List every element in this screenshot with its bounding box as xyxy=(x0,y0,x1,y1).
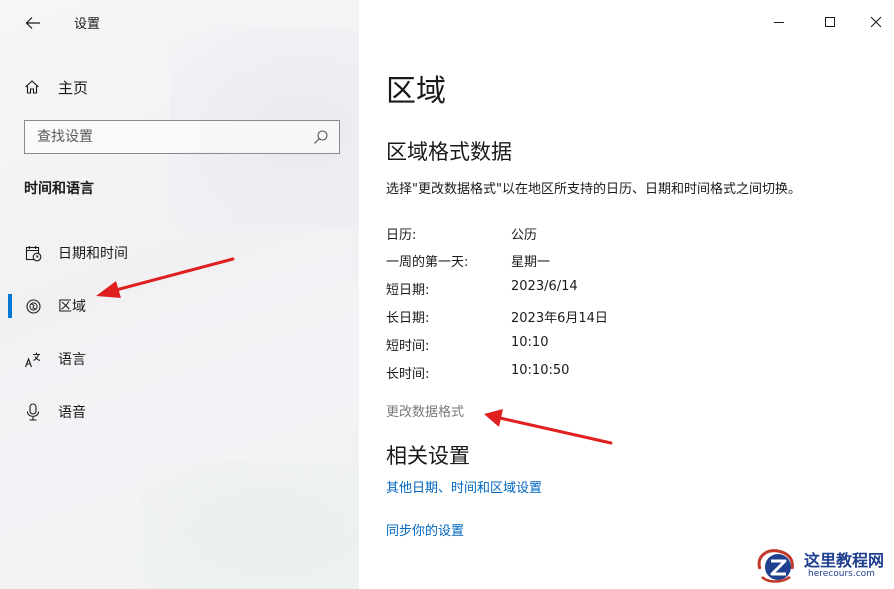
format-description: 选择"更改数据格式"以在地区所支持的日历、日期和时间格式之间切换。 xyxy=(386,182,801,197)
format-value: 10:10 xyxy=(511,335,549,350)
home-icon xyxy=(25,80,39,94)
main-content: 区域 区域格式数据 选择"更改数据格式"以在地区所支持的日历、日期和时间格式之间… xyxy=(359,0,894,589)
format-key: 短时间: xyxy=(386,339,430,354)
minimize-button[interactable] xyxy=(759,6,799,38)
format-key: 长时间: xyxy=(386,367,430,382)
minimize-icon xyxy=(774,22,784,23)
format-section-heading: 区域格式数据 xyxy=(386,140,512,164)
format-key: 短日期: xyxy=(386,283,430,298)
sidebar-item-label: 日期和时间 xyxy=(58,246,128,262)
close-icon xyxy=(870,16,882,28)
section-title: 时间和语言 xyxy=(24,181,94,197)
format-key: 长日期: xyxy=(386,311,430,326)
search-icon[interactable] xyxy=(313,129,329,145)
language-icon xyxy=(24,350,42,368)
change-data-format-link[interactable]: 更改数据格式 xyxy=(386,401,464,420)
sidebar-item-home-label: 主页 xyxy=(58,78,89,97)
back-arrow-icon xyxy=(25,17,40,29)
sidebar: 设置 主页 时间和语言 日期和时间 xyxy=(0,0,359,589)
format-key: 一周的第一天: xyxy=(386,255,469,270)
format-value: 2023年6月14日 xyxy=(511,311,608,326)
sync-settings-link[interactable]: 同步你的设置 xyxy=(386,520,464,539)
format-value: 2023/6/14 xyxy=(511,279,578,294)
format-value: 星期一 xyxy=(511,255,551,270)
calendar-clock-icon xyxy=(24,244,42,262)
additional-date-time-region-link[interactable]: 其他日期、时间和区域设置 xyxy=(386,477,542,496)
sidebar-item-label: 语言 xyxy=(58,352,86,368)
globe-icon xyxy=(24,297,42,315)
page-title: 区域 xyxy=(386,74,446,109)
sidebar-item-label: 区域 xyxy=(58,299,86,315)
search-box[interactable] xyxy=(24,120,340,154)
format-key: 日历: xyxy=(386,228,417,243)
sidebar-item-region[interactable]: 区域 xyxy=(0,287,359,323)
maximize-icon xyxy=(825,17,835,27)
close-button[interactable] xyxy=(856,6,894,38)
sidebar-item-label: 语音 xyxy=(58,405,86,421)
sidebar-item-speech[interactable]: 语音 xyxy=(0,393,359,429)
sidebar-item-language[interactable]: 语言 xyxy=(0,340,359,376)
watermark-subtitle: herecours.com xyxy=(808,569,875,579)
app-title: 设置 xyxy=(74,17,101,32)
microphone-icon xyxy=(24,403,42,421)
watermark-title: 这里教程网 xyxy=(804,551,885,570)
sidebar-item-date-time[interactable]: 日期和时间 xyxy=(0,234,359,270)
maximize-button[interactable] xyxy=(810,6,850,38)
back-button[interactable] xyxy=(20,10,46,36)
selection-indicator xyxy=(8,294,12,318)
format-value: 10:10:50 xyxy=(511,363,570,378)
search-input[interactable] xyxy=(37,127,297,147)
watermark: 这里教程网 herecours.com xyxy=(752,545,892,587)
related-settings-heading: 相关设置 xyxy=(386,444,470,468)
watermark-logo-icon xyxy=(757,549,794,583)
format-value: 公历 xyxy=(511,228,538,243)
sidebar-item-home[interactable]: 主页 xyxy=(24,74,88,100)
